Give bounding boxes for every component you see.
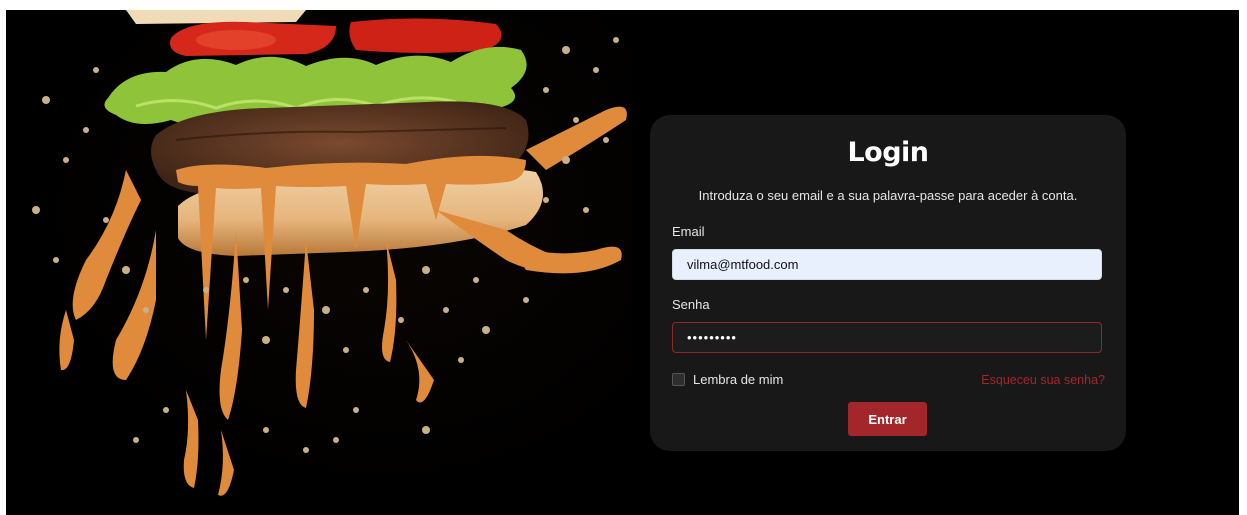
email-label: Email [672,224,705,239]
remember-me[interactable]: Lembra de mim [672,372,783,387]
login-card: Login Introduza o seu email e a sua pala… [650,115,1126,451]
remember-label: Lembra de mim [693,372,784,387]
password-field[interactable] [672,322,1102,353]
email-field[interactable] [672,249,1102,280]
burger-hero-image [6,10,632,515]
password-label: Senha [672,297,710,312]
burger-illustration [32,10,627,496]
forgot-password-link[interactable]: Esqueceu sua senha? [981,373,1105,387]
login-subtitle: Introduza o seu email e a sua palavra-pa… [698,188,1078,203]
app-frame: Login Introduza o seu email e a sua pala… [6,10,1239,515]
remember-checkbox[interactable] [672,373,685,386]
login-title: Login [847,137,929,168]
login-button[interactable]: Entrar [848,402,927,436]
